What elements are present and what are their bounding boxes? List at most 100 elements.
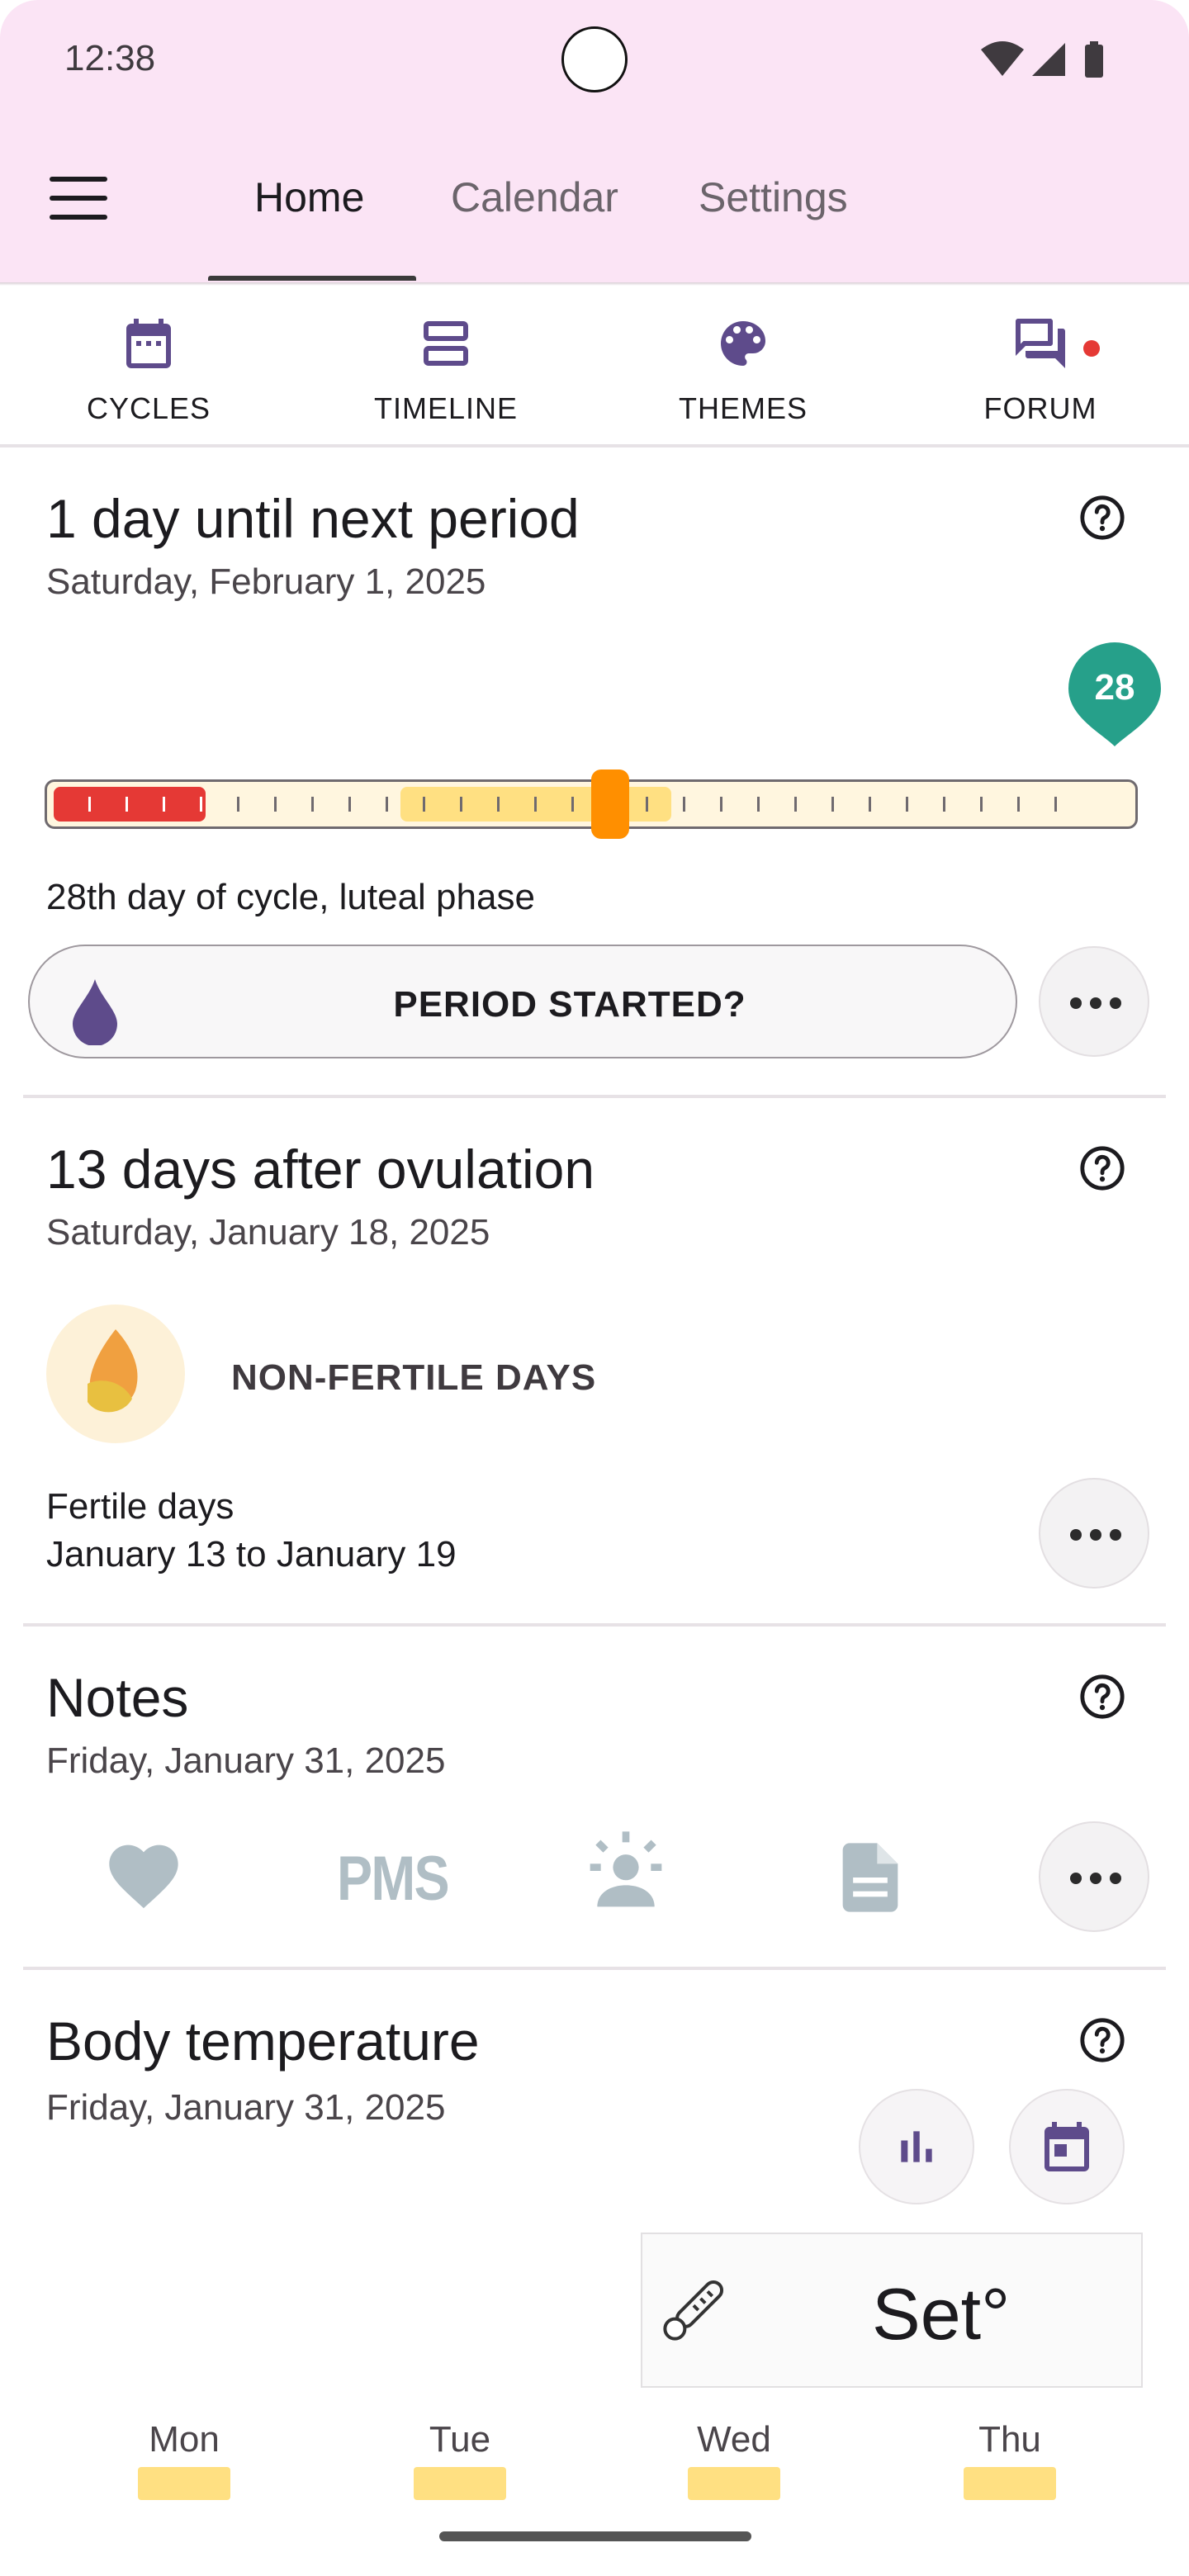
tab-active-indicator <box>208 276 416 281</box>
period-started-label: PERIOD STARTED? <box>393 984 746 1025</box>
cycle-day-tick <box>757 797 760 812</box>
set-temperature-button[interactable]: Set° <box>641 2233 1143 2388</box>
battery-icon <box>1085 45 1103 78</box>
app-bar-shadow <box>0 282 1189 286</box>
forum-notification-dot <box>1083 340 1100 357</box>
help-icon[interactable] <box>1078 494 1126 542</box>
divider <box>23 1967 1166 1970</box>
notes-card-title: Notes <box>46 1667 189 1728</box>
thermometer-icon <box>663 2280 724 2341</box>
day-label: Mon <box>149 2419 220 2460</box>
cycle-day-tick <box>1054 797 1057 812</box>
divider <box>23 1623 1166 1627</box>
divider <box>0 444 1189 447</box>
fertility-status-circle <box>46 1305 185 1443</box>
day-column-wed: Wed <box>672 2419 796 2500</box>
status-time: 12:38 <box>64 38 156 78</box>
calendar-icon <box>126 319 171 368</box>
cycle-day-tick <box>571 797 574 812</box>
tab-settings[interactable]: Settings <box>699 173 848 221</box>
set-temperature-label: Set° <box>872 2273 1011 2355</box>
quick-nav-label: TIMELINE <box>373 391 519 425</box>
cycle-day-tick <box>311 797 314 812</box>
palette-icon <box>721 321 765 366</box>
cycle-day-tick <box>831 797 834 812</box>
cycle-day-tick <box>88 797 91 812</box>
tab-home[interactable]: Home <box>254 173 364 221</box>
help-icon[interactable] <box>1078 1144 1126 1192</box>
quick-nav-label: THEMES <box>678 391 808 425</box>
temperature-chart-button[interactable] <box>859 2089 974 2204</box>
period-card-date: Saturday, February 1, 2025 <box>46 561 486 602</box>
notes-more-button[interactable] <box>1039 1821 1149 1932</box>
cycle-day-tick <box>720 797 722 812</box>
seed-icon <box>88 1329 138 1413</box>
day-phase-bar <box>688 2467 780 2500</box>
quick-nav-label: CYCLES <box>86 391 211 425</box>
signal-icon <box>1032 43 1065 76</box>
mood-icon[interactable] <box>583 1828 669 1914</box>
period-started-button[interactable]: PERIOD STARTED? <box>28 945 1017 1058</box>
quick-nav-cycles[interactable]: CYCLES <box>41 314 256 426</box>
divider <box>23 1095 1166 1098</box>
fertility-status-label: NON-FERTILE DAYS <box>231 1357 597 1398</box>
day-label: Thu <box>978 2419 1041 2460</box>
day-phase-bar <box>414 2467 506 2500</box>
help-icon[interactable] <box>1078 2016 1126 2064</box>
today-marker <box>591 769 629 839</box>
ovulation-card-title: 13 days after ovulation <box>46 1139 595 1200</box>
menu-button[interactable] <box>50 177 107 223</box>
heart-icon[interactable] <box>102 1835 185 1911</box>
cycle-day-tick <box>423 797 425 812</box>
temperature-calendar-button[interactable] <box>1009 2089 1125 2204</box>
quick-nav-timeline[interactable]: TIMELINE <box>339 314 553 426</box>
cycle-day-tick <box>460 797 462 812</box>
day-label: Wed <box>697 2419 771 2460</box>
cycle-day-tick <box>200 797 202 812</box>
cycle-day-tick <box>163 797 165 812</box>
day-phase-bar <box>964 2467 1056 2500</box>
temperature-card-title: Body temperature <box>46 2010 480 2072</box>
forum-icon <box>1016 319 1065 368</box>
cycle-day-tick <box>869 797 871 812</box>
camera-cutout <box>561 26 628 92</box>
fertile-days-title: Fertile days <box>46 1486 234 1527</box>
notes-card-date: Friday, January 31, 2025 <box>46 1740 446 1781</box>
cycle-day-tick <box>794 797 797 812</box>
bar-chart-icon <box>901 2131 932 2162</box>
cycle-day-tick <box>126 797 128 812</box>
cycle-day-number: 28 <box>1094 667 1135 708</box>
quick-nav-forum[interactable]: FORUM <box>933 314 1148 426</box>
view-agenda-icon <box>424 321 468 366</box>
pms-icon[interactable]: PMS <box>337 1843 450 1915</box>
status-icons <box>981 41 1103 78</box>
cycle-day-tick <box>943 797 945 812</box>
ovulation-card-date: Saturday, January 18, 2025 <box>46 1212 490 1252</box>
cycle-day-tick <box>497 797 500 812</box>
period-more-button[interactable] <box>1039 946 1149 1057</box>
home-indicator[interactable] <box>439 2531 751 2541</box>
day-label: Tue <box>429 2419 491 2460</box>
cycle-day-tick <box>1017 797 1020 812</box>
day-column-mon: Mon <box>122 2419 246 2500</box>
cycle-day-tick <box>646 797 648 812</box>
day-column-tue: Tue <box>398 2419 522 2500</box>
ovulation-more-button[interactable] <box>1039 1478 1149 1589</box>
cycle-day-tick <box>237 797 239 812</box>
day-phase-bar <box>138 2467 230 2500</box>
fertile-days-range: January 13 to January 19 <box>46 1534 457 1574</box>
quick-nav-label: FORUM <box>983 391 1097 425</box>
note-icon[interactable] <box>829 1836 912 1919</box>
tab-calendar[interactable]: Calendar <box>451 173 618 221</box>
period-card-title: 1 day until next period <box>46 488 580 549</box>
period-segment <box>54 787 206 822</box>
cycle-day-tick <box>386 797 388 812</box>
cycle-phase-text: 28th day of cycle, luteal phase <box>46 877 535 917</box>
help-icon[interactable] <box>1078 1673 1126 1721</box>
cycle-day-tick <box>980 797 983 812</box>
cycle-day-tick <box>534 797 537 812</box>
menu-icon <box>50 177 107 182</box>
quick-nav-themes[interactable]: THEMES <box>636 314 850 426</box>
cycle-day-tick <box>274 797 277 812</box>
calendar-today-icon <box>1045 2122 1089 2171</box>
